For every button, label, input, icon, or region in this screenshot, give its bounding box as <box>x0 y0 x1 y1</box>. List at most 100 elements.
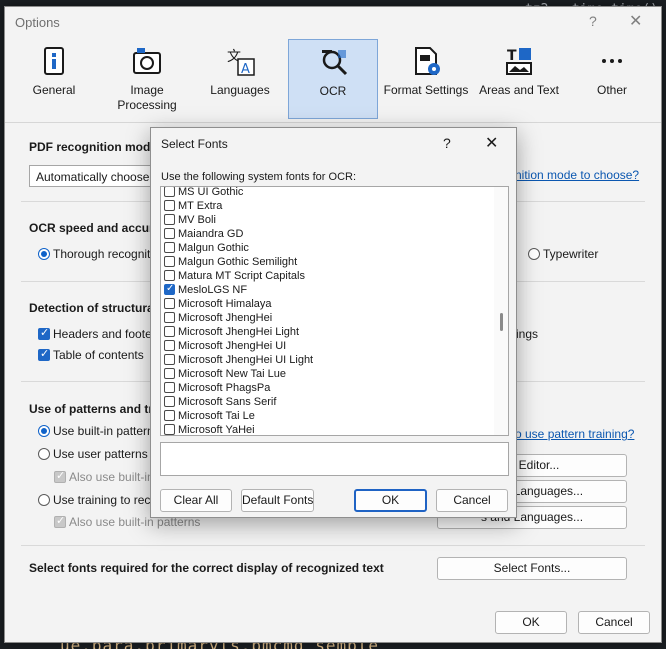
font-list[interactable]: MS UI Gothic MT Extra MV Boli Maiandra GD Ma… <box>160 186 509 436</box>
tab-other[interactable]: Other <box>567 39 657 119</box>
font-row[interactable]: Microsoft PhagsPa <box>161 381 494 395</box>
font-checkbox[interactable] <box>164 354 175 365</box>
font-name: Microsoft Tai Le <box>178 410 255 422</box>
general-icon <box>44 47 64 75</box>
radio-dot <box>38 248 50 260</box>
font-row[interactable]: Microsoft JhengHei UI Light <box>161 353 494 367</box>
help-button[interactable]: ? <box>589 13 597 29</box>
ok-button[interactable]: OK <box>495 611 567 634</box>
font-row[interactable]: Microsoft JhengHei <box>161 311 494 325</box>
radio-dot <box>38 425 50 437</box>
options-title: Options <box>15 15 60 30</box>
font-checkbox[interactable] <box>164 326 175 337</box>
tab-format-settings[interactable]: Format Settings <box>381 39 471 119</box>
font-checkbox[interactable] <box>164 368 175 379</box>
font-row[interactable]: Microsoft Tai Le <box>161 409 494 423</box>
format-settings-icon <box>415 47 440 75</box>
font-checkbox[interactable] <box>164 256 175 267</box>
fonts-title: Select fonts required for the correct di… <box>29 561 384 575</box>
ocr-icon <box>322 50 348 76</box>
font-checkbox[interactable] <box>164 424 175 435</box>
font-checkbox[interactable] <box>164 396 175 407</box>
font-row[interactable]: MT Extra <box>161 199 494 213</box>
font-checkbox[interactable] <box>164 270 175 281</box>
tab-languages[interactable]: 文 A Languages <box>195 39 285 119</box>
font-row[interactable]: Microsoft YaHei <box>161 423 494 436</box>
font-preview-field[interactable] <box>160 442 509 476</box>
options-titlebar: Options ? ✕ <box>5 7 661 37</box>
font-row[interactable]: Microsoft Himalaya <box>161 297 494 311</box>
user-patterns-radio[interactable]: Use user patterns <box>38 447 148 461</box>
font-row[interactable]: MV Boli <box>161 213 494 227</box>
pdf-mode-title: PDF recognition mode <box>29 140 158 154</box>
tab-image-processing[interactable]: Image Processing <box>102 39 192 119</box>
font-checkbox[interactable] <box>164 187 175 197</box>
dialog-close-button[interactable]: ✕ <box>485 133 498 153</box>
pattern-training-link[interactable]: o use pattern training? <box>515 427 634 441</box>
font-checkbox[interactable] <box>164 214 175 225</box>
thorough-radio[interactable]: Thorough recognition <box>38 247 166 261</box>
dialog-help-button[interactable]: ? <box>443 135 451 151</box>
pdf-mode-help-link[interactable]: nition mode to choose? <box>515 168 639 182</box>
use-training-label: Use training to recog <box>53 493 164 507</box>
font-checkbox[interactable] <box>164 282 175 296</box>
font-row[interactable]: Microsoft Sans Serif <box>161 395 494 409</box>
clear-all-button[interactable]: Clear All <box>160 489 232 512</box>
font-list-rows: MS UI Gothic MT Extra MV Boli Maiandra GD Ma… <box>161 187 494 436</box>
font-checkbox[interactable] <box>164 298 175 309</box>
font-name: Microsoft New Tai Lue <box>178 368 287 380</box>
font-checkbox[interactable] <box>164 340 175 351</box>
font-checkbox[interactable] <box>164 312 175 323</box>
builtin-patterns-radio[interactable]: Use built-in patterns <box>38 424 160 438</box>
typewriter-label: Typewriter <box>543 247 599 261</box>
cancel-button[interactable]: Cancel <box>578 611 650 634</box>
font-row[interactable]: Microsoft JhengHei UI <box>161 339 494 353</box>
default-fonts-button[interactable]: Default Fonts <box>241 489 314 512</box>
more-icon <box>602 59 622 63</box>
tab-languages-label: Languages <box>210 83 270 97</box>
radio-dot <box>38 448 50 460</box>
svg-text:A: A <box>241 62 250 77</box>
select-fonts-button[interactable]: Select Fonts... <box>437 557 627 580</box>
close-button[interactable]: ✕ <box>629 11 642 31</box>
structure-title: Detection of structura <box>29 301 154 315</box>
pdf-mode-select[interactable]: Automatically choose be <box>29 165 159 187</box>
also-builtin-checkbox-1[interactable]: Also use built-in p <box>54 469 164 484</box>
divider <box>21 545 645 546</box>
font-row[interactable]: MesloLGS NF <box>161 282 494 297</box>
font-row[interactable]: Microsoft JhengHei Light <box>161 325 494 339</box>
font-name: Malgun Gothic <box>178 242 249 254</box>
font-row[interactable]: Microsoft New Tai Lue <box>161 367 494 381</box>
font-row[interactable]: Malgun Gothic <box>161 241 494 255</box>
select-fonts-dialog: Select Fonts ? ✕ Use the following syste… <box>150 127 517 518</box>
toc-checkbox[interactable]: Table of contents <box>38 347 144 362</box>
tab-general[interactable]: General <box>9 39 99 119</box>
font-name: Maiandra GD <box>178 228 244 240</box>
use-training-radio[interactable]: Use training to recog <box>38 493 164 507</box>
font-row[interactable]: MS UI Gothic <box>161 187 494 199</box>
font-checkbox[interactable] <box>164 382 175 393</box>
tab-format-settings-label: Format Settings <box>383 83 469 97</box>
tab-ocr[interactable]: OCR <box>288 39 378 119</box>
font-name: Microsoft PhagsPa <box>178 382 271 394</box>
dialog-title: Select Fonts <box>161 137 228 151</box>
font-row[interactable]: Malgun Gothic Semilight <box>161 255 494 269</box>
font-checkbox[interactable] <box>164 410 175 421</box>
headers-checkbox[interactable]: Headers and footers <box>38 326 162 341</box>
font-list-scrollbar[interactable] <box>494 187 508 435</box>
toc-label: Table of contents <box>53 348 144 362</box>
font-name: Microsoft YaHei <box>178 424 255 436</box>
radio-dot <box>38 494 50 506</box>
tab-areas-text[interactable]: T Areas and Text <box>474 39 564 119</box>
dialog-cancel-button[interactable]: Cancel <box>436 489 508 512</box>
dialog-ok-button[interactable]: OK <box>354 489 427 512</box>
font-checkbox[interactable] <box>164 228 175 239</box>
font-checkbox[interactable] <box>164 200 175 211</box>
font-checkbox[interactable] <box>164 242 175 253</box>
font-row[interactable]: Matura MT Script Capitals <box>161 269 494 283</box>
font-name: Microsoft JhengHei Light <box>178 326 300 338</box>
font-row[interactable]: Maiandra GD <box>161 227 494 241</box>
typewriter-radio[interactable]: Typewriter <box>528 247 598 261</box>
languages-icon: 文 A <box>227 49 255 77</box>
scrollbar-thumb[interactable] <box>500 313 503 331</box>
